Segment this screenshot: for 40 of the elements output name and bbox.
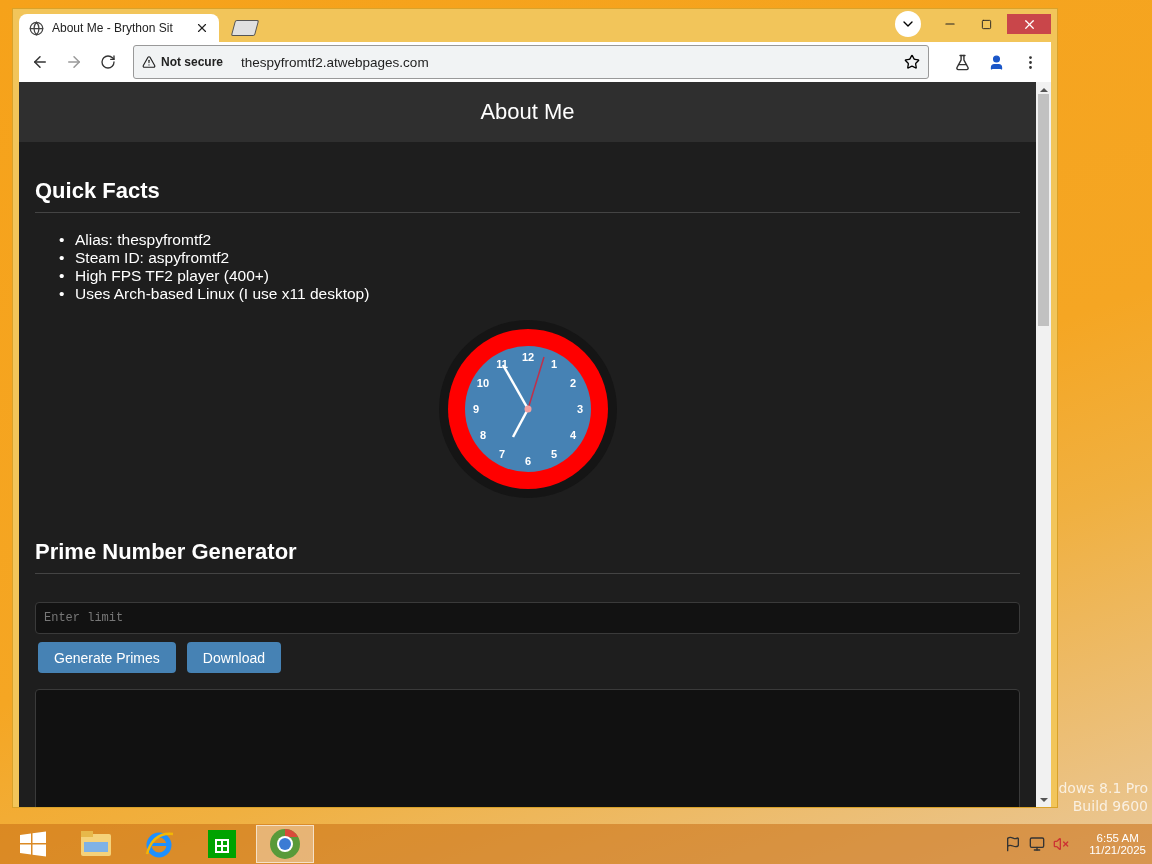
bullet: • <box>59 285 66 303</box>
fact-item: Alias: thespyfromtf2 <box>75 231 212 249</box>
maximize-icon <box>980 18 992 30</box>
new-tab-icon[interactable] <box>230 20 260 36</box>
reload-icon <box>100 54 116 70</box>
page-title: About Me <box>480 99 575 125</box>
windows-logo-icon <box>20 831 46 857</box>
fact-item: Steam ID: aspyfromtf2 <box>75 249 230 267</box>
generate-button[interactable]: Generate Primes <box>38 642 176 673</box>
security-chip[interactable]: Not secure <box>142 55 232 69</box>
round-browser-icon <box>269 828 301 860</box>
fact-item: Uses Arch-based Linux (I use x11 desktop) <box>75 285 370 303</box>
bookmark-star-icon[interactable] <box>904 54 920 70</box>
bullet: • <box>59 231 66 249</box>
limit-input[interactable]: Enter limit <box>35 602 1020 634</box>
bullet: • <box>59 249 66 267</box>
folder-icon <box>80 830 112 858</box>
section-heading: Quick Facts <box>35 178 1020 213</box>
shopping-bag-icon <box>207 829 237 859</box>
globe-icon <box>29 20 44 36</box>
warning-icon <box>142 55 156 69</box>
close-tab-icon[interactable] <box>195 21 209 35</box>
fact-item: High FPS TF2 player (400+) <box>75 267 269 285</box>
forward-arrow-icon <box>65 53 83 71</box>
close-button[interactable] <box>1007 14 1051 34</box>
download-button[interactable]: Download <box>186 642 282 673</box>
bullet: • <box>59 267 66 285</box>
flag-icon[interactable] <box>1005 836 1022 852</box>
os-watermark-text: dows 8.1 Pro <box>1058 780 1148 796</box>
taskbar-app[interactable] <box>256 825 314 863</box>
clock-date[interactable]: 11/21/2025 <box>1089 844 1146 856</box>
address-bar[interactable]: Not secure thespyfromtf2.atwebpages.com <box>133 45 929 79</box>
section-heading: Prime Number Generator <box>35 539 1020 574</box>
clock-time[interactable]: 6:55 AM <box>1096 832 1139 844</box>
url-text: thespyfromtf2.atwebpages.com <box>241 54 430 70</box>
network-icon[interactable] <box>1029 836 1046 852</box>
scrollbar[interactable] <box>1036 82 1051 807</box>
os-watermark-text: Build 9600 <box>1072 798 1148 814</box>
tab-search-button[interactable] <box>895 11 921 37</box>
browser-tab[interactable]: About Me - Brython Sit <box>19 14 219 42</box>
